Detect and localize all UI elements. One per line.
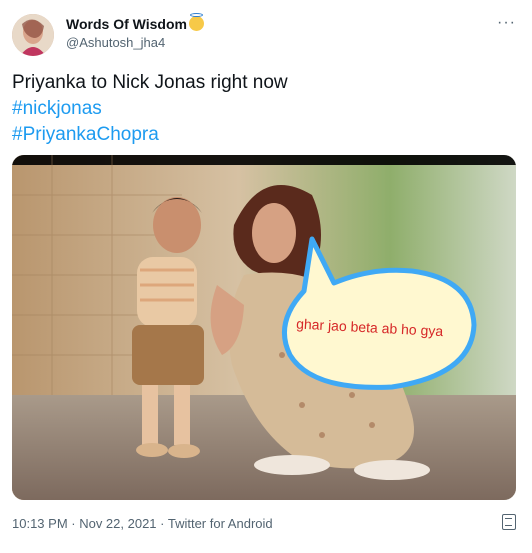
avatar[interactable]	[12, 14, 54, 56]
meme-image: ghar jao beta ab ho gya	[12, 155, 516, 500]
analytics-icon[interactable]	[502, 514, 516, 530]
tweet-media[interactable]: ghar jao beta ab ho gya	[12, 155, 516, 500]
user-handle[interactable]: @Ashutosh_jha4	[66, 35, 165, 50]
more-icon[interactable]: ···	[497, 14, 516, 32]
hashtag-priyankachopra[interactable]: #PriyankaChopra	[12, 122, 512, 148]
avatar-image	[12, 14, 54, 56]
display-name-text: Words Of Wisdom	[66, 16, 187, 32]
tweet-meta[interactable]: 10:13 PM · Nov 22, 2021 · Twitter for An…	[12, 516, 273, 531]
hashtag-nickjonas[interactable]: #nickjonas	[12, 96, 512, 122]
display-name[interactable]: Words Of Wisdom	[66, 13, 204, 32]
halo-emoji-icon	[188, 13, 204, 31]
tweet-body: Priyanka to Nick Jonas right now	[12, 72, 288, 93]
tweet-text: Priyanka to Nick Jonas right now #nickjo…	[12, 70, 512, 148]
